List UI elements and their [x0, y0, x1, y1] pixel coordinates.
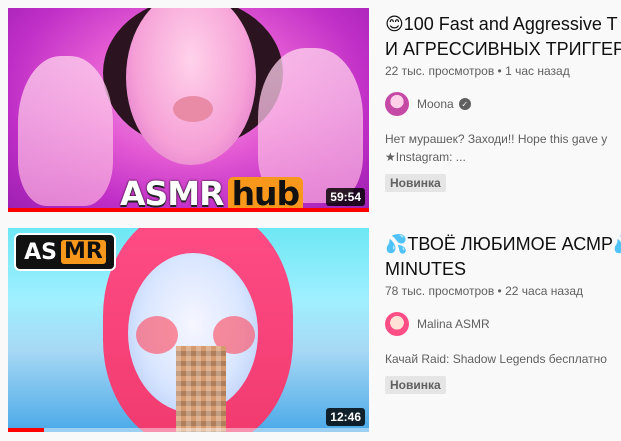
stats-separator: • — [497, 284, 502, 298]
channel-avatar[interactable] — [385, 92, 409, 116]
video-result[interactable]: ASMR hub 59:54 😊100 Fast and Aggressive … — [0, 8, 621, 212]
channel-link[interactable]: Malina ASMR — [385, 312, 621, 336]
description-line-2: ★Instagram: ... — [385, 150, 466, 164]
watch-progress-fill — [8, 428, 45, 432]
video-title[interactable]: 💦ТВОЁ ЛЮБИМОЕ АСМР💦 MINUTES — [385, 232, 621, 282]
thumbnail-censor-block — [176, 346, 226, 432]
duration-badge: 59:54 — [326, 188, 365, 206]
video-title[interactable]: 😊100 Fast and Aggressive T И АГРЕССИВНЫХ… — [385, 12, 621, 62]
description-line-1: Качай Raid: Shadow Legends бесплатно — [385, 352, 607, 366]
video-description: Качай Raid: Shadow Legends бесплатно — [385, 350, 621, 368]
duration-badge: 12:46 — [326, 408, 365, 426]
video-title-line-2: И АГРЕССИВНЫХ ТРИГГЕРО — [385, 39, 621, 59]
thumbnail-hand-left — [18, 56, 113, 206]
video-metadata: 💦ТВОЁ ЛЮБИМОЕ АСМР💦 MINUTES 78 тыс. прос… — [385, 228, 621, 432]
watch-progress-fill — [8, 208, 369, 212]
upload-age: 1 час назад — [505, 64, 570, 78]
watch-progress-bar — [8, 428, 369, 432]
new-badge: Новинка — [385, 174, 446, 192]
video-stats: 22 тыс. просмотров • 1 час назад — [385, 64, 621, 78]
thumbnail-lips — [173, 96, 213, 122]
asmrhub-logo: ASMR hub — [120, 174, 304, 212]
verified-check-icon: ✓ — [458, 98, 471, 110]
stats-separator: • — [497, 64, 502, 78]
channel-name: Malina ASMR — [417, 317, 490, 331]
thumbnail-face — [126, 8, 256, 165]
video-result[interactable]: AS MR 12:46 💦ТВОЁ ЛЮБИМОЕ АСМР💦 MINUTES … — [0, 228, 621, 432]
channel-link[interactable]: Moona ✓ — [385, 92, 621, 116]
video-metadata: 😊100 Fast and Aggressive T И АГРЕССИВНЫХ… — [385, 8, 621, 212]
video-thumbnail[interactable]: AS MR 12:46 — [8, 228, 369, 432]
upload-age: 22 часа назад — [505, 284, 584, 298]
asmr-logo: AS MR — [14, 233, 116, 271]
view-count: 22 тыс. просмотров — [385, 64, 495, 78]
video-title-line-1: 💦ТВОЁ ЛЮБИМОЕ АСМР💦 — [385, 234, 621, 254]
view-count: 78 тыс. просмотров — [385, 284, 495, 298]
thumbnail-cheek-left — [136, 316, 178, 354]
video-description: Нет мурашек? Заходи!! Hope this gave y ★… — [385, 130, 621, 166]
channel-name: Moona — [417, 97, 454, 111]
video-title-line-2: MINUTES — [385, 259, 466, 279]
new-badge: Новинка — [385, 376, 446, 394]
description-line-1: Нет мурашек? Заходи!! Hope this gave y — [385, 132, 608, 146]
video-thumbnail[interactable]: ASMR hub 59:54 — [8, 8, 369, 212]
channel-avatar[interactable] — [385, 312, 409, 336]
video-title-line-1: 😊100 Fast and Aggressive T — [385, 14, 618, 34]
video-stats: 78 тыс. просмотров • 22 часа назад — [385, 284, 621, 298]
watch-progress-bar — [8, 208, 369, 212]
